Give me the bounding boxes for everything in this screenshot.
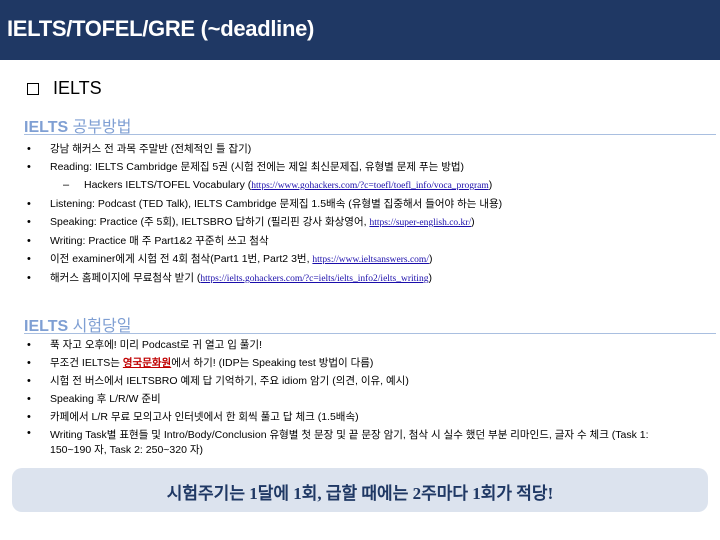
list-item-text: ) (488, 179, 493, 191)
list-item: Writing: Practice 매 주 Part1&2 꾸준히 쓰고 첨삭 (0, 232, 502, 250)
summary-text: 시험주기는 1달에 1회, 급할 때에는 2주마다 1회가 적당! (166, 484, 554, 503)
exam-day-list: 푹 자고 오후에! 미리 Podcast로 귀 열고 입 풀기! 무조건 IEL… (0, 336, 670, 460)
list-item-text: ) (471, 216, 475, 228)
list-item: 강남 해커스 전 과목 주말반 (전체적인 틀 잡기) (0, 140, 502, 158)
list-item: 푹 자고 오후에! 미리 Podcast로 귀 열고 입 풀기! (0, 336, 670, 354)
list-item-text: 이전 examiner에게 시험 전 4회 첨삭(Part1 1번, Part2… (50, 253, 313, 265)
study-method-list: 강남 해커스 전 과목 주말반 (전체적인 틀 잡기) Reading: IEL… (0, 140, 502, 288)
title-bar: IELTS/TOFEL/GRE (~deadline) (0, 0, 720, 60)
british-council-highlight: 영국문화원 (122, 357, 172, 369)
list-item: Reading: IELTS Cambridge 문제집 5권 (시험 전에는 … (0, 158, 502, 176)
list-item: Speaking 후 L/R/W 준비 (0, 390, 670, 408)
list-item: 카페에서 L/R 무료 모의고사 인터넷에서 한 회씩 풀고 답 체크 (1.5… (0, 408, 670, 426)
ielts-answers-link[interactable]: https://www.ieltsanswers.com/ (312, 255, 429, 265)
list-item-text: ) (428, 272, 432, 284)
list-item-text: ) (428, 253, 433, 265)
divider (24, 333, 716, 334)
list-item-text: 에서 하기! (IDP는 Speaking test 방법이 다름) (171, 357, 374, 369)
hackers-voca-link[interactable]: https://www.gohackers.com/?c=toefl/toefl… (251, 181, 488, 191)
list-item: 무조건 IELTS는 영국문화원에서 하기! (IDP는 Speaking te… (0, 354, 670, 372)
list-item: 시험 전 버스에서 IELTSBRO 예제 답 기억하기, 주요 idiom 암… (0, 372, 670, 390)
list-item: Listening: Podcast (TED Talk), IELTS Cam… (0, 195, 502, 213)
checkbox-icon (27, 82, 39, 95)
list-item-text: Hackers IELTS/TOFEL Vocabulary ( (84, 179, 252, 191)
slide-title: IELTS/TOFEL/GRE (~deadline) (7, 16, 315, 41)
list-item: Writing Task별 표현들 및 Intro/Body/Conclusio… (0, 426, 670, 460)
list-item: Hackers IELTS/TOFEL Vocabulary (https://… (0, 176, 502, 195)
divider (24, 134, 716, 135)
list-item-text: 해커스 홈페이지에 무료첨삭 받기 ( (50, 272, 201, 284)
list-item: 이전 examiner에게 시험 전 4회 첨삭(Part1 1번, Part2… (0, 250, 502, 269)
super-english-link[interactable]: https://super-english.co.kr/ (369, 218, 471, 228)
section-ielts: IELTS (27, 78, 102, 99)
hackers-writing-link[interactable]: https://ielts.gohackers.com/?c=ielts/iel… (200, 274, 428, 284)
list-item-text: 무조건 IELTS는 (50, 357, 123, 369)
list-item: Speaking: Practice (주 5회), IELTSBRO 답하기 … (0, 213, 502, 232)
section-label: IELTS (53, 78, 102, 98)
list-item: 해커스 홈페이지에 무료첨삭 받기 (https://ielts.gohacke… (0, 269, 502, 288)
summary-box: 시험주기는 1달에 1회, 급할 때에는 2주마다 1회가 적당! (12, 468, 708, 512)
list-item-text: Speaking: Practice (주 5회), IELTSBRO 답하기 … (50, 216, 370, 228)
